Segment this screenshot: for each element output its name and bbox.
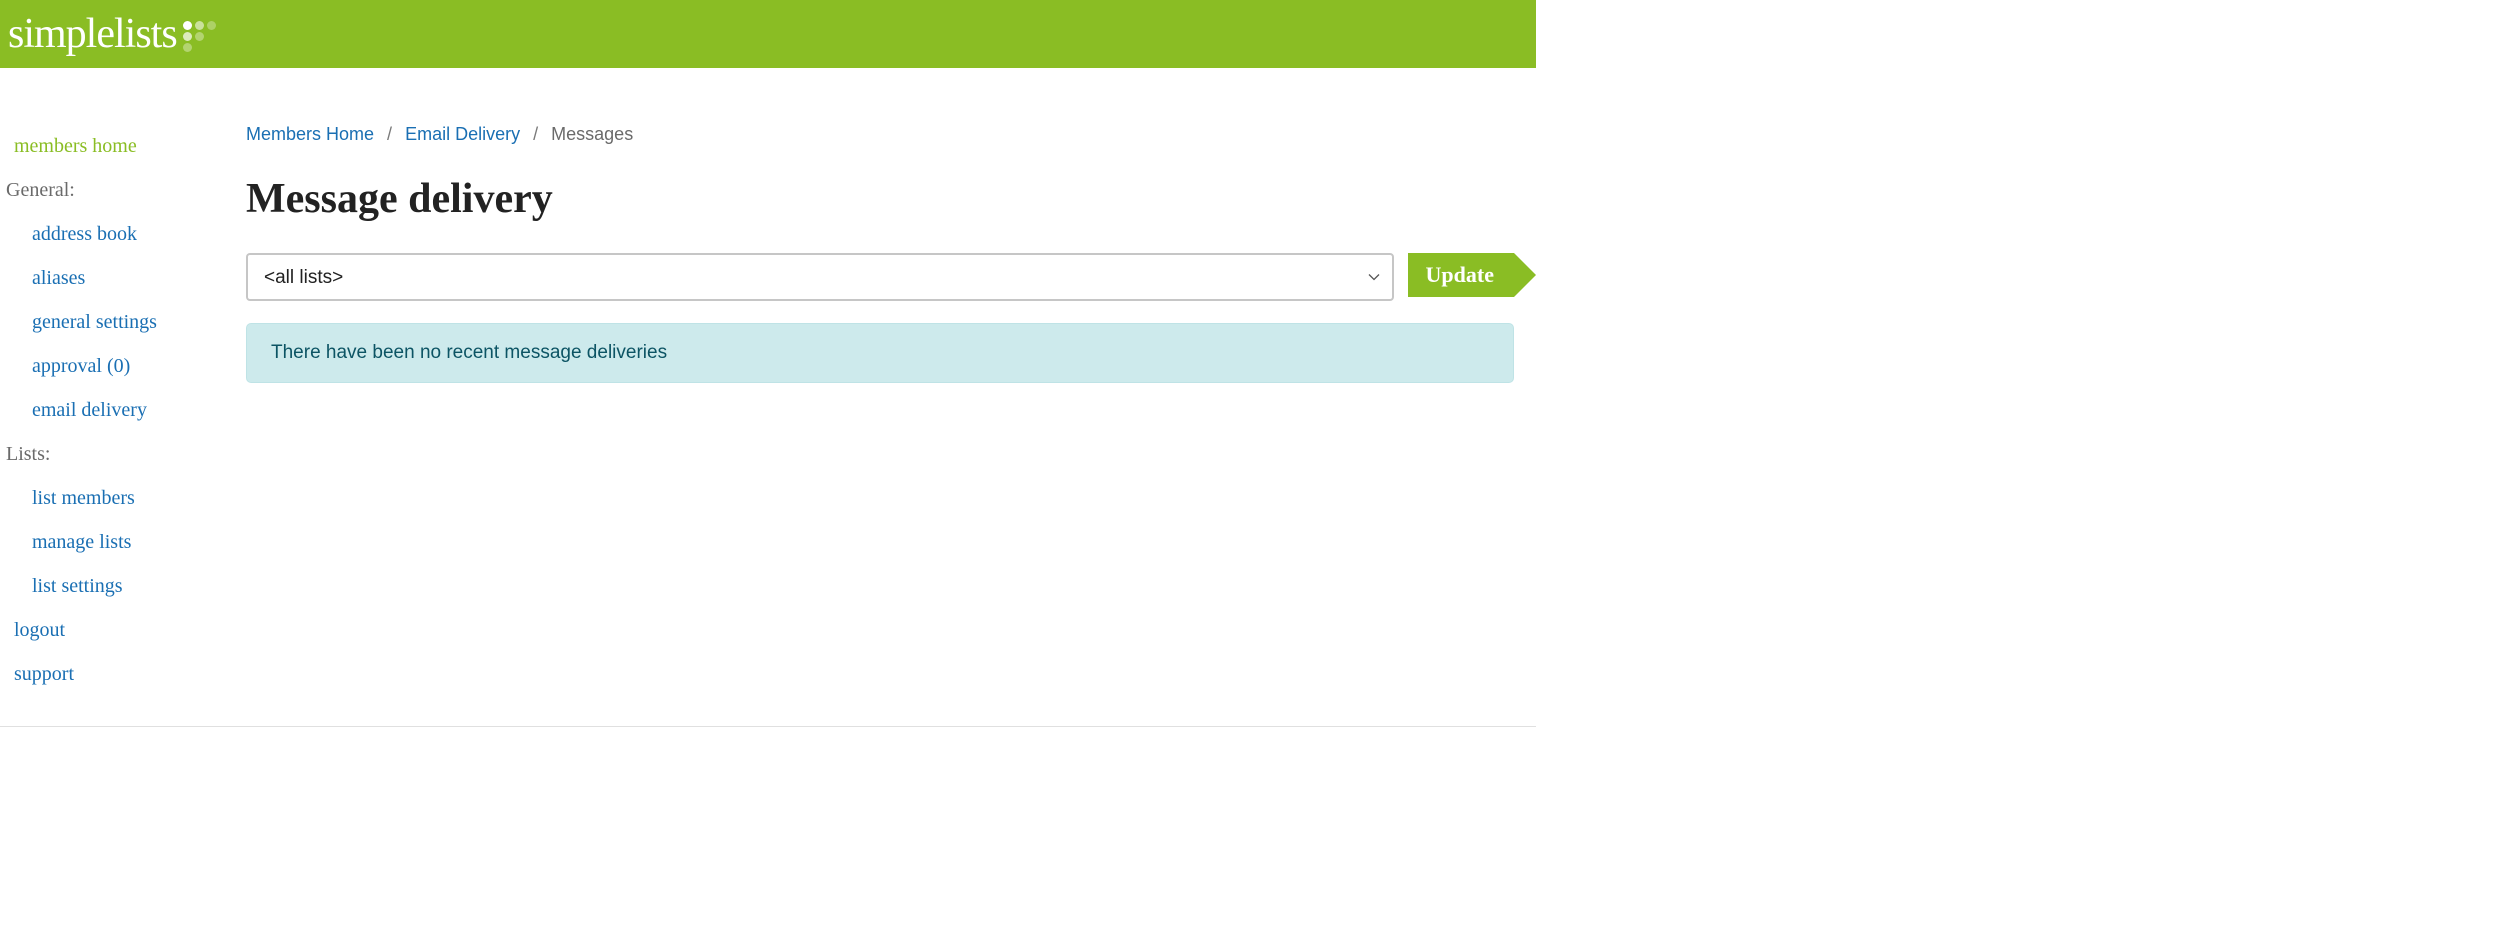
sidebar-item-members-home[interactable]: members home [4,124,246,168]
sidebar-item-aliases[interactable]: aliases [4,256,246,300]
breadcrumb-email-delivery[interactable]: Email Delivery [405,124,520,144]
sidebar-item-address-book[interactable]: address book [4,212,246,256]
sidebar-section-lists: Lists: [4,432,246,476]
list-select-wrap: <all lists> [246,253,1394,301]
main-content: Members Home / Email Delivery / Messages… [246,124,1536,696]
update-button[interactable]: Update [1408,253,1514,297]
sidebar-item-manage-lists[interactable]: manage lists [4,520,246,564]
sidebar-item-email-delivery[interactable]: email delivery [4,388,246,432]
sidebar-nav: members home General: address book alias… [4,124,246,696]
info-alert: There have been no recent message delive… [246,323,1514,383]
sidebar-item-support[interactable]: support [4,652,246,696]
page-title: Message delivery [246,175,1514,223]
breadcrumb: Members Home / Email Delivery / Messages [246,124,1514,145]
site-header: simplelists [0,0,1536,68]
breadcrumb-home[interactable]: Members Home [246,124,374,144]
sidebar-item-list-settings[interactable]: list settings [4,564,246,608]
info-alert-text: There have been no recent message delive… [271,342,667,363]
sidebar-item-list-members[interactable]: list members [4,476,246,520]
brand-dots-icon [183,21,216,54]
sidebar-item-approval[interactable]: approval (0) [4,344,246,388]
update-button-label: Update [1426,262,1494,288]
breadcrumb-separator: / [387,124,392,144]
list-select[interactable]: <all lists> [248,255,1392,299]
sidebar-item-logout[interactable]: logout [4,608,246,652]
brand-name: simplelists [8,10,177,58]
breadcrumb-current: Messages [551,124,633,144]
sidebar-section-general: General: [4,168,246,212]
breadcrumb-separator: / [533,124,538,144]
brand-logo[interactable]: simplelists [8,10,216,58]
sidebar-item-general-settings[interactable]: general settings [4,300,246,344]
